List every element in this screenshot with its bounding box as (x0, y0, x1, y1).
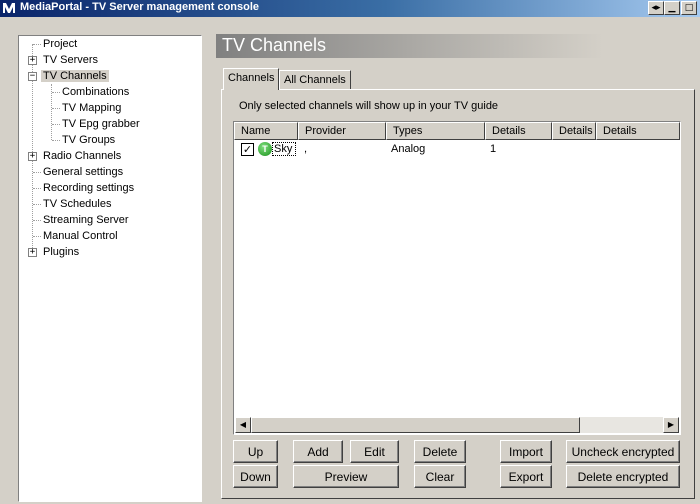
tab-all-channels[interactable]: All Channels (279, 70, 351, 90)
delete-button[interactable]: Delete (414, 440, 466, 463)
collapse-icon[interactable]: − (28, 72, 37, 81)
info-text: Only selected channels will show up in y… (239, 100, 499, 112)
tree-connector-line (33, 236, 41, 237)
page-title: TV Channels (222, 35, 327, 55)
tree-item-tv-channels[interactable]: TV Channels (41, 68, 109, 84)
channel-details: 1 (490, 143, 497, 155)
tree-item-manual-control[interactable]: Manual Control (43, 228, 118, 244)
navigation-tree[interactable]: Project + TV Servers − TV Channels Combi… (18, 35, 202, 502)
uncheck-encrypted-button[interactable]: Uncheck encrypted (566, 440, 680, 463)
tree-item-tv-epg-grabber[interactable]: TV Epg grabber (62, 116, 140, 132)
column-header-details[interactable]: Details (552, 122, 596, 140)
up-button[interactable]: Up (233, 440, 278, 463)
tree-item-project[interactable]: Project (43, 36, 77, 52)
channel-type: Analog (391, 143, 426, 155)
down-button[interactable]: Down (233, 465, 278, 488)
tree-item-plugins[interactable]: Plugins (43, 244, 79, 260)
minimize-button[interactable]: ◂▸ (648, 1, 664, 15)
column-header-details[interactable]: Details (485, 122, 552, 140)
column-header-name[interactable]: Name (234, 122, 298, 140)
tree-connector-line (52, 92, 60, 93)
channel-provider: , (304, 143, 308, 155)
tree-item-tv-servers[interactable]: TV Servers (43, 52, 98, 68)
tree-item-combinations[interactable]: Combinations (62, 84, 129, 100)
expand-icon[interactable]: + (28, 152, 37, 161)
edit-button[interactable]: Edit (350, 440, 399, 463)
horizontal-scrollbar[interactable]: ◀ ▶ (235, 417, 679, 433)
import-button[interactable]: Import (500, 440, 552, 463)
channel-type-icon: T (258, 142, 272, 156)
tree-item-general-settings[interactable]: General settings (43, 164, 123, 180)
tree-connector-line (33, 204, 41, 205)
channel-list[interactable]: Name Provider Types Details Details Deta… (233, 121, 681, 435)
tree-connector-line (33, 172, 41, 173)
tree-connector-line (33, 220, 41, 221)
tree-connector-line (33, 188, 41, 189)
tree-item-tv-schedules[interactable]: TV Schedules (43, 196, 111, 212)
delete-encrypted-button[interactable]: Delete encrypted (566, 465, 680, 488)
preview-button[interactable]: Preview (293, 465, 399, 488)
clear-button[interactable]: Clear (414, 465, 466, 488)
add-button[interactable]: Add (293, 440, 343, 463)
page-header: TV Channels (216, 34, 700, 58)
column-header-types[interactable]: Types (386, 122, 485, 140)
tree-connector-line (52, 124, 60, 125)
tree-item-tv-mapping[interactable]: TV Mapping (62, 100, 121, 116)
tree-connector-line (33, 44, 41, 45)
scroll-right-icon[interactable]: ▶ (663, 417, 679, 433)
window-titlebar[interactable]: MediaPortal - TV Server management conso… (0, 0, 700, 17)
tree-item-recording-settings[interactable]: Recording settings (43, 180, 134, 196)
column-header-provider[interactable]: Provider (298, 122, 386, 140)
expand-icon[interactable]: + (28, 56, 37, 65)
tab-channels[interactable]: Channels (223, 68, 280, 90)
mediaportal-logo-icon (2, 1, 17, 16)
close-button[interactable]: □ (681, 1, 697, 15)
tree-item-radio-channels[interactable]: Radio Channels (43, 148, 121, 164)
column-header-details[interactable]: Details (596, 122, 680, 140)
window-title: MediaPortal - TV Server management conso… (20, 1, 260, 13)
channel-checkbox[interactable]: ✓ (241, 143, 254, 156)
scrollbar-thumb[interactable] (251, 417, 580, 433)
tree-connector-line (52, 140, 60, 141)
maximize-button[interactable]: ▁ (664, 1, 680, 15)
table-row[interactable]: ✓ T Sky , Analog 1 (234, 141, 680, 157)
expand-icon[interactable]: + (28, 248, 37, 257)
tree-item-tv-groups[interactable]: TV Groups (62, 132, 115, 148)
channel-name: Sky (274, 143, 293, 155)
tree-item-streaming-server[interactable]: Streaming Server (43, 212, 129, 228)
export-button[interactable]: Export (500, 465, 552, 488)
tree-connector-line (52, 108, 60, 109)
scroll-left-icon[interactable]: ◀ (235, 417, 251, 433)
